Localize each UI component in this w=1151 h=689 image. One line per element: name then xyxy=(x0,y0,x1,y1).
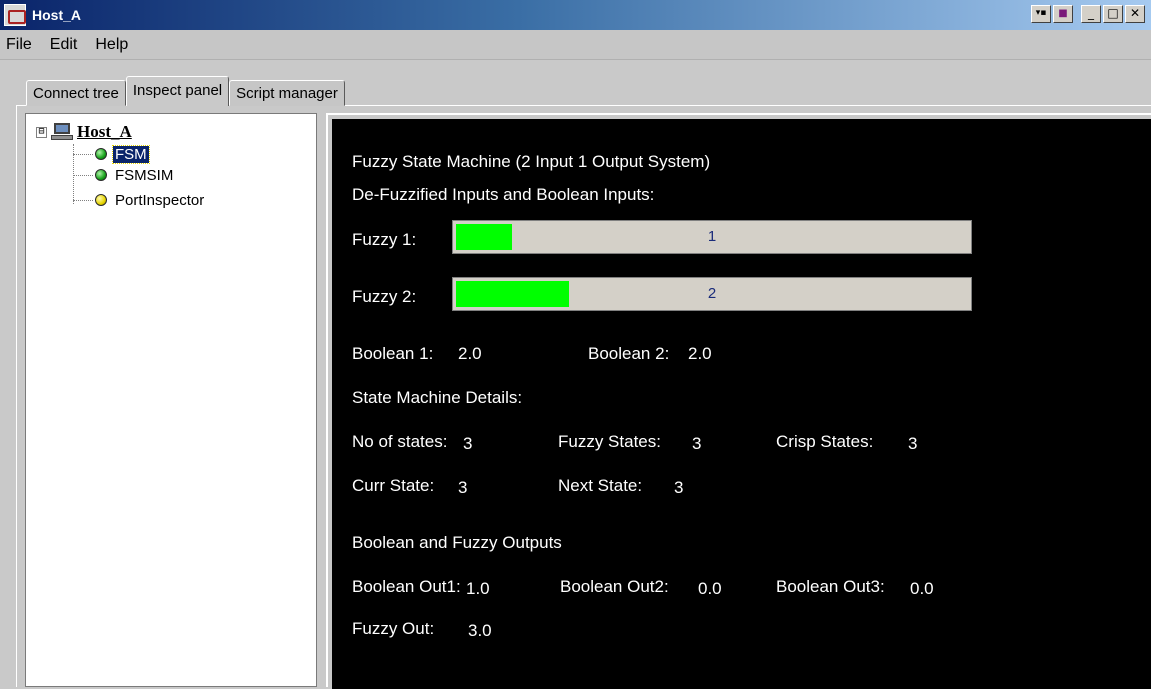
boolean1-label: Boolean 1: xyxy=(352,344,434,363)
tree-item-portinspector[interactable]: PortInspector xyxy=(73,190,206,210)
details-heading: State Machine Details: xyxy=(352,388,523,407)
extra-menu-button[interactable]: ▾▪ xyxy=(1031,5,1051,23)
fuzzy2-label: Fuzzy 2: xyxy=(352,287,417,306)
fuzzy2-progress-bar: 2 xyxy=(452,277,972,311)
computer-icon xyxy=(51,123,73,141)
num-states-label: No of states: xyxy=(352,432,448,451)
tree-root-label[interactable]: Host_A xyxy=(77,122,132,142)
close-button[interactable]: ✕ xyxy=(1125,5,1145,23)
tab-connect-tree[interactable]: Connect tree xyxy=(26,80,126,106)
boolean2-value: 2.0 xyxy=(688,344,712,363)
title-bar: Host_A ▾▪ ■ _ □ ✕ xyxy=(0,0,1151,30)
fuzzy-out-value: 3.0 xyxy=(468,621,492,640)
boolean1-value: 2.0 xyxy=(458,344,482,363)
tree-item-label[interactable]: FSM xyxy=(112,144,150,164)
tree-item-fsmsim[interactable]: FSMSIM xyxy=(73,165,175,185)
menu-help[interactable]: Help xyxy=(93,36,130,54)
outputs-heading: Boolean and Fuzzy Outputs xyxy=(352,533,562,552)
crisp-states-value: 3 xyxy=(908,434,918,453)
restore-icon-button[interactable]: ■ xyxy=(1053,5,1073,23)
bool-out2-label: Boolean Out2: xyxy=(560,577,669,596)
collapse-icon[interactable]: ⊟ xyxy=(36,126,47,138)
fsm-title: Fuzzy State Machine (2 Input 1 Output Sy… xyxy=(352,152,711,171)
tree-item-label[interactable]: FSMSIM xyxy=(113,167,175,184)
next-state-label: Next State: xyxy=(558,476,643,495)
menu-bar: File Edit Help xyxy=(0,30,1151,60)
fuzzy1-progress-bar: 1 xyxy=(452,220,972,254)
app-icon[interactable] xyxy=(4,4,26,26)
bool-out3-value: 0.0 xyxy=(910,579,934,598)
tree-item-label[interactable]: PortInspector xyxy=(113,192,206,209)
bool-out3-label: Boolean Out3: xyxy=(776,577,885,596)
status-green-icon xyxy=(95,169,107,181)
fuzzy-states-value: 3 xyxy=(692,434,702,453)
curr-state-value: 3 xyxy=(458,478,468,497)
inputs-heading: De-Fuzzified Inputs and Boolean Inputs: xyxy=(352,185,655,204)
bool-out1-value: 1.0 xyxy=(466,579,490,598)
tab-script-manager[interactable]: Script manager xyxy=(229,80,345,106)
fuzzy-out-label: Fuzzy Out: xyxy=(352,619,435,638)
tab-inspect-panel[interactable]: Inspect panel xyxy=(125,76,230,106)
maximize-button[interactable]: □ xyxy=(1103,5,1123,23)
fuzzy-states-label: Fuzzy States: xyxy=(558,432,661,451)
boolean2-label: Boolean 2: xyxy=(588,344,670,363)
next-state-value: 3 xyxy=(674,478,684,497)
num-states-value: 3 xyxy=(463,434,473,453)
status-green-icon xyxy=(95,148,107,160)
bool-out1-label: Boolean Out1: xyxy=(352,577,461,596)
bool-out2-value: 0.0 xyxy=(698,579,722,598)
fuzzy2-bar-value: 2 xyxy=(707,285,717,302)
fuzzy1-label: Fuzzy 1: xyxy=(352,230,417,249)
menu-file[interactable]: File xyxy=(4,36,34,54)
tree-root[interactable]: ⊟ Host_A xyxy=(36,122,132,142)
tree-panel: ⊟ Host_A FSM FSMSIM PortInspector xyxy=(25,113,317,687)
inspect-canvas: Fuzzy State Machine (2 Input 1 Output Sy… xyxy=(332,119,1151,689)
window-title: Host_A xyxy=(32,7,82,23)
curr-state-label: Curr State: xyxy=(352,476,435,495)
inspect-panel: Fuzzy State Machine (2 Input 1 Output Sy… xyxy=(326,113,1151,689)
minimize-button[interactable]: _ xyxy=(1081,5,1101,23)
menu-edit[interactable]: Edit xyxy=(48,36,80,54)
window-controls: ▾▪ ■ _ □ ✕ xyxy=(1031,5,1145,23)
tree-item-fsm[interactable]: FSM xyxy=(73,144,150,164)
status-yellow-icon xyxy=(95,194,107,206)
fuzzy1-bar-value: 1 xyxy=(707,228,717,245)
tab-strip: Connect tree Inspect panel Script manage… xyxy=(26,76,345,106)
crisp-states-label: Crisp States: xyxy=(776,432,874,451)
